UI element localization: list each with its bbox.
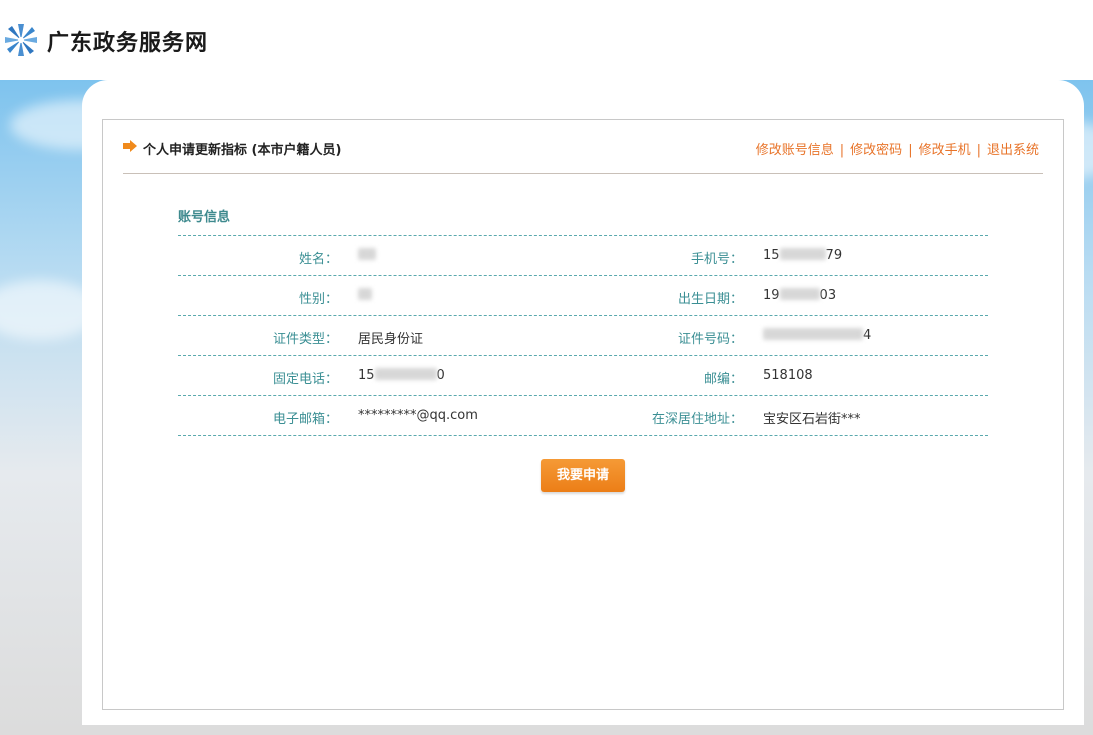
top-header: 广东政务服务网 xyxy=(0,0,1093,80)
name-label: 姓名： xyxy=(298,252,338,267)
info-row-idtype: 证件类型： 居民身份证 证件号码： 4 xyxy=(178,316,988,356)
postcode-label: 邮编： xyxy=(703,372,743,387)
change-password-link[interactable]: 修改密码 xyxy=(850,143,902,158)
logout-link[interactable]: 退出系统 xyxy=(987,143,1039,158)
id-type-label: 证件类型： xyxy=(272,332,338,347)
gd-gov-pinwheel-icon[interactable] xyxy=(4,22,38,58)
gender-value xyxy=(358,288,372,303)
apply-button[interactable]: 我要申请 xyxy=(541,459,625,492)
landline-label: 固定电话： xyxy=(272,372,338,387)
id-number-label: 证件号码： xyxy=(677,332,743,347)
gender-label: 性别： xyxy=(298,292,338,307)
panel-header: 个人申请更新指标 (本市户籍人员) 修改账号信息 | 修改密码 | 修改手机 | 退出系统 xyxy=(123,120,1043,174)
name-value xyxy=(358,248,376,263)
birthdate-label: 出生日期： xyxy=(677,292,743,307)
email-value: *********@qq.com xyxy=(358,408,478,423)
id-number-value: 4 xyxy=(763,328,871,343)
link-separator: | xyxy=(976,143,981,158)
edit-account-link[interactable]: 修改账号信息 xyxy=(756,143,834,158)
phone-label: 手机号： xyxy=(690,252,743,267)
account-links: 修改账号信息 | 修改密码 | 修改手机 | 退出系统 xyxy=(756,139,1039,158)
orange-arrow-icon xyxy=(123,140,137,152)
postcode-value: 518108 xyxy=(763,368,813,383)
info-row-email: 电子邮箱： *********@qq.com 在深居住地址： 宝安区石岩街*** xyxy=(178,396,988,436)
link-separator: | xyxy=(839,143,845,158)
content-frame: 个人申请更新指标 (本市户籍人员) 修改账号信息 | 修改密码 | 修改手机 | 退出系统 … xyxy=(102,119,1064,710)
link-separator: | xyxy=(908,143,913,158)
address-label: 在深居住地址： xyxy=(651,412,743,427)
info-row-landline: 固定电话： 15 0 邮编： 518108 xyxy=(178,356,988,396)
id-type-value: 居民身份证 xyxy=(358,332,424,347)
address-value: 宝安区石岩街*** xyxy=(763,412,861,427)
change-phone-link[interactable]: 修改手机 xyxy=(919,143,971,158)
email-label: 电子邮箱： xyxy=(272,412,338,427)
info-row-name: 姓名： 手机号： 15 79 xyxy=(178,236,988,276)
panel-title: 个人申请更新指标 (本市户籍人员) xyxy=(143,143,342,158)
account-section-title: 账号信息 xyxy=(178,210,231,225)
info-row-gender: 性别： 出生日期： 19 03 xyxy=(178,276,988,316)
account-info-table: 姓名： 手机号： 15 79 性别： 出生日期： 19 03 证件类型： 居民身份证… xyxy=(178,235,988,436)
landline-value: 15 0 xyxy=(358,368,445,383)
phone-value: 15 79 xyxy=(763,248,843,263)
site-title[interactable]: 广东政务服务网 xyxy=(47,25,208,57)
birthdate-value: 19 03 xyxy=(763,288,837,303)
